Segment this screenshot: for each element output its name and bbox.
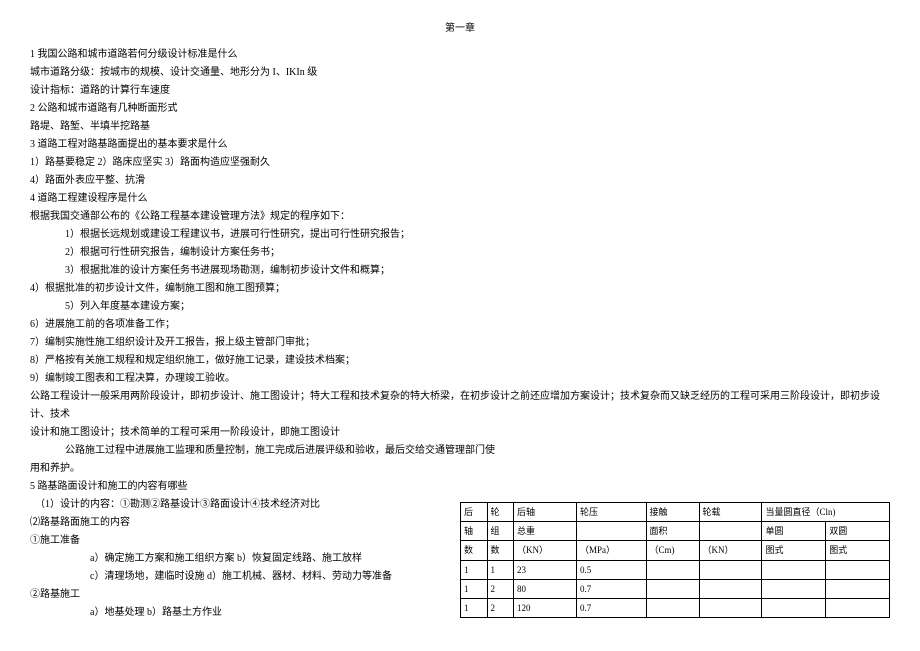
td-cell: 1 xyxy=(461,560,488,579)
td-cell: 2 xyxy=(487,579,514,598)
text-line: 公路施工过程中进展施工监理和质量控制，施工完成后进展评级和验收，最后交给交通管理… xyxy=(30,442,890,460)
table-header-row: 轴 组 总重 面积 单圆 双圆 xyxy=(461,522,890,541)
td-cell xyxy=(646,598,699,617)
td-cell: 0.7 xyxy=(576,579,646,598)
th-cell: （KN） xyxy=(514,541,577,560)
table-header-row: 后 轮 后轴 轮压 接触 轮载 当量圆直径（Cln) xyxy=(461,503,890,522)
td-cell xyxy=(646,579,699,598)
td-cell xyxy=(826,560,890,579)
text-line: 1 我国公路和城市道路若何分级设计标准是什么 xyxy=(30,46,890,64)
th-cell: 轮载 xyxy=(699,503,762,522)
document-body: 1 我国公路和城市道路若何分级设计标准是什么 城市道路分级：按城市的规模、设计交… xyxy=(30,46,890,622)
th-cell: 面积 xyxy=(646,522,699,541)
th-cell: 数 xyxy=(461,541,488,560)
td-cell xyxy=(762,598,826,617)
td-cell: 23 xyxy=(514,560,577,579)
td-cell xyxy=(762,579,826,598)
th-cell: 数 xyxy=(487,541,514,560)
th-cell: 接触 xyxy=(646,503,699,522)
th-cell: 图式 xyxy=(762,541,826,560)
td-cell: 120 xyxy=(514,598,577,617)
th-cell: 组 xyxy=(487,522,514,541)
td-cell xyxy=(699,560,762,579)
text-line: 8）严格按有关施工规程和规定组织施工，做好施工记录，建设技术档案； xyxy=(30,352,890,370)
text-line: 设计指标：道路的计算行车速度 xyxy=(30,82,890,100)
td-cell xyxy=(646,560,699,579)
th-cell: 图式 xyxy=(826,541,890,560)
td-cell xyxy=(826,579,890,598)
text-line: 5 路基路面设计和施工的内容有哪些 xyxy=(30,478,890,496)
text-line: 4）根据批准的初步设计文件，编制施工图和施工图预算； xyxy=(30,280,890,298)
th-cell: 单圆 xyxy=(762,522,826,541)
text-line: 设计和施工图设计；技术简单的工程可采用一阶段设计，即施工图设计 xyxy=(30,424,890,442)
td-cell: 2 xyxy=(487,598,514,617)
text-line: 3）根据批准的设计方案任务书进展现场勘测，编制初步设计文件和概算； xyxy=(30,262,890,280)
td-cell xyxy=(826,598,890,617)
th-cell: （MPa） xyxy=(576,541,646,560)
th-cell: 轮 xyxy=(487,503,514,522)
th-cell: 后 xyxy=(461,503,488,522)
text-line: 7）编制实施性施工组织设计及开工报告，报上级主管部门审批； xyxy=(30,334,890,352)
text-line: 路堤、路堑、半填半挖路基 xyxy=(30,118,890,136)
td-cell: 0.7 xyxy=(576,598,646,617)
text-line: 城市道路分级：按城市的规模、设计交通量、地形分为 I、IKIn 级 xyxy=(30,64,890,82)
table-header-row: 数 数 （KN） （MPa） （Cm) （KN） 图式 图式 xyxy=(461,541,890,560)
text-line: 根据我国交通部公布的《公路工程基本建设管理方法》规定的程序如下： xyxy=(30,208,890,226)
table-row: 1 2 120 0.7 xyxy=(461,598,890,617)
td-cell: 80 xyxy=(514,579,577,598)
chapter-title: 第一章 xyxy=(30,20,890,38)
th-cell xyxy=(699,522,762,541)
th-cell: 轴 xyxy=(461,522,488,541)
th-cell: 总重 xyxy=(514,522,577,541)
text-line: 1）根据长远规划或建设工程建议书，进展可行性研究，提出可行性研究报告； xyxy=(30,226,890,244)
table-row: 1 2 80 0.7 xyxy=(461,579,890,598)
text-line: 6）进展施工前的各项准备工作； xyxy=(30,316,890,334)
th-cell: 当量圆直径（Cln) xyxy=(762,503,890,522)
text-line: 9）编制竣工图表和工程决算，办理竣工验收。 xyxy=(30,370,890,388)
text-line: 2）根据可行性研究报告，编制设计方案任务书； xyxy=(30,244,890,262)
th-cell xyxy=(576,522,646,541)
td-cell xyxy=(699,598,762,617)
text-line: 公路工程设计一般采用两阶段设计，即初步设计、施工图设计；特大工程和技术复杂的特大… xyxy=(30,388,890,424)
data-table: 后 轮 后轴 轮压 接触 轮载 当量圆直径（Cln) 轴 组 总重 面积 单圆 … xyxy=(460,502,890,618)
text-line: 4 道路工程建设程序是什么 xyxy=(30,190,890,208)
text-line: 1）路基要稳定 2）路床应坚实 3）路面构造应坚强耐久 xyxy=(30,154,890,172)
td-cell xyxy=(699,579,762,598)
th-cell: 后轴 xyxy=(514,503,577,522)
th-cell: 双圆 xyxy=(826,522,890,541)
th-cell: （KN） xyxy=(699,541,762,560)
text-line: 3 道路工程对路基路面提出的基本要求是什么 xyxy=(30,136,890,154)
text-line: 用和养护。 xyxy=(30,460,890,478)
th-cell: （Cm) xyxy=(646,541,699,560)
td-cell xyxy=(762,560,826,579)
text-line: 4）路面外表应平整、抗滑 xyxy=(30,172,890,190)
td-cell: 1 xyxy=(461,579,488,598)
td-cell: 1 xyxy=(461,598,488,617)
text-line: 5）列入年度基本建设方案； xyxy=(30,298,890,316)
th-cell: 轮压 xyxy=(576,503,646,522)
td-cell: 0.5 xyxy=(576,560,646,579)
td-cell: 1 xyxy=(487,560,514,579)
table-row: 1 1 23 0.5 xyxy=(461,560,890,579)
text-line: 2 公路和城市道路有几种断面形式 xyxy=(30,100,890,118)
